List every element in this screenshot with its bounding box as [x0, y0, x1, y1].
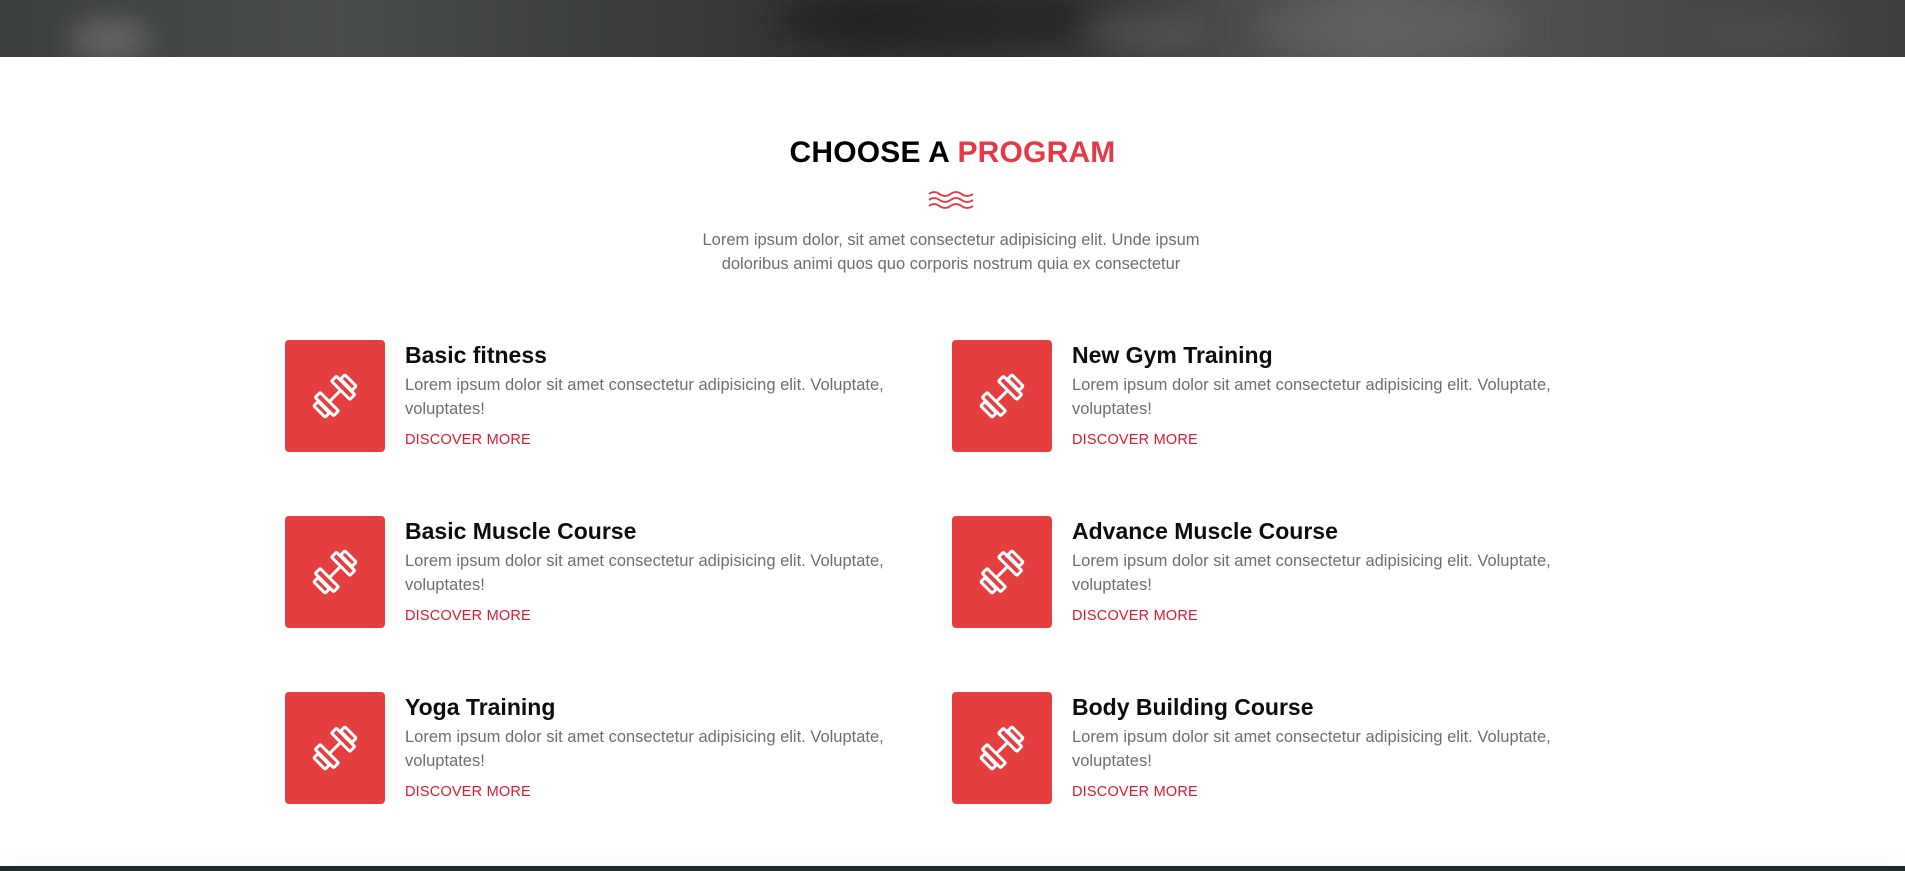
discover-more-link[interactable]: DISCOVER MORE — [1072, 784, 1198, 800]
program-card: Yoga Training Lorem ipsum dolor sit amet… — [285, 692, 905, 804]
dumbbell-icon — [979, 549, 1025, 595]
dumbbell-icon — [979, 725, 1025, 771]
program-description: Lorem ipsum dolor sit amet consectetur a… — [1072, 552, 1551, 594]
program-description: Lorem ipsum dolor sit amet consectetur a… — [405, 376, 884, 418]
program-card: Basic Muscle Course Lorem ipsum dolor si… — [285, 516, 905, 628]
discover-more-link[interactable]: DISCOVER MORE — [1072, 608, 1198, 624]
program-title: Body Building Course — [1072, 694, 1314, 720]
program-icon-box — [285, 692, 385, 804]
program-description: Lorem ipsum dolor sit amet consectetur a… — [405, 728, 884, 770]
discover-more-link[interactable]: DISCOVER MORE — [1072, 432, 1198, 448]
discover-more-link[interactable]: DISCOVER MORE — [405, 432, 531, 448]
discover-more-link[interactable]: DISCOVER MORE — [405, 608, 531, 624]
program-card: Body Building Course Lorem ipsum dolor s… — [952, 692, 1572, 804]
program-card: Basic fitness Lorem ipsum dolor sit amet… — [285, 340, 905, 452]
section-title-prefix: CHOOSE A — [789, 136, 949, 169]
program-icon-box — [285, 516, 385, 628]
program-title: Yoga Training — [405, 694, 556, 720]
discover-more-link[interactable]: DISCOVER MORE — [405, 784, 531, 800]
program-icon-box — [952, 516, 1052, 628]
footer-top-edge — [0, 866, 1905, 871]
program-card: Advance Muscle Course Lorem ipsum dolor … — [952, 516, 1572, 628]
program-card: New Gym Training Lorem ipsum dolor sit a… — [952, 340, 1572, 452]
section-title: CHOOSE A PROGRAM — [0, 136, 1905, 170]
dumbbell-icon — [979, 373, 1025, 419]
wave-icon — [928, 191, 974, 209]
dumbbell-icon — [312, 373, 358, 419]
program-description: Lorem ipsum dolor sit amet consectetur a… — [1072, 728, 1551, 770]
dumbbell-icon — [312, 725, 358, 771]
program-description: Lorem ipsum dolor sit amet consectetur a… — [405, 552, 884, 594]
section-title-accent: PROGRAM — [957, 136, 1116, 169]
program-title: Basic Muscle Course — [405, 518, 637, 544]
dumbbell-icon — [312, 549, 358, 595]
program-title: Basic fitness — [405, 342, 547, 368]
hero-image-strip — [0, 0, 1905, 57]
program-description: Lorem ipsum dolor sit amet consectetur a… — [1072, 376, 1551, 418]
program-title: Advance Muscle Course — [1072, 518, 1338, 544]
program-icon-box — [285, 340, 385, 452]
program-title: New Gym Training — [1072, 342, 1273, 368]
section-description: Lorem ipsum dolor, sit amet consectetur … — [702, 231, 1200, 273]
program-icon-box — [952, 340, 1052, 452]
program-icon-box — [952, 692, 1052, 804]
